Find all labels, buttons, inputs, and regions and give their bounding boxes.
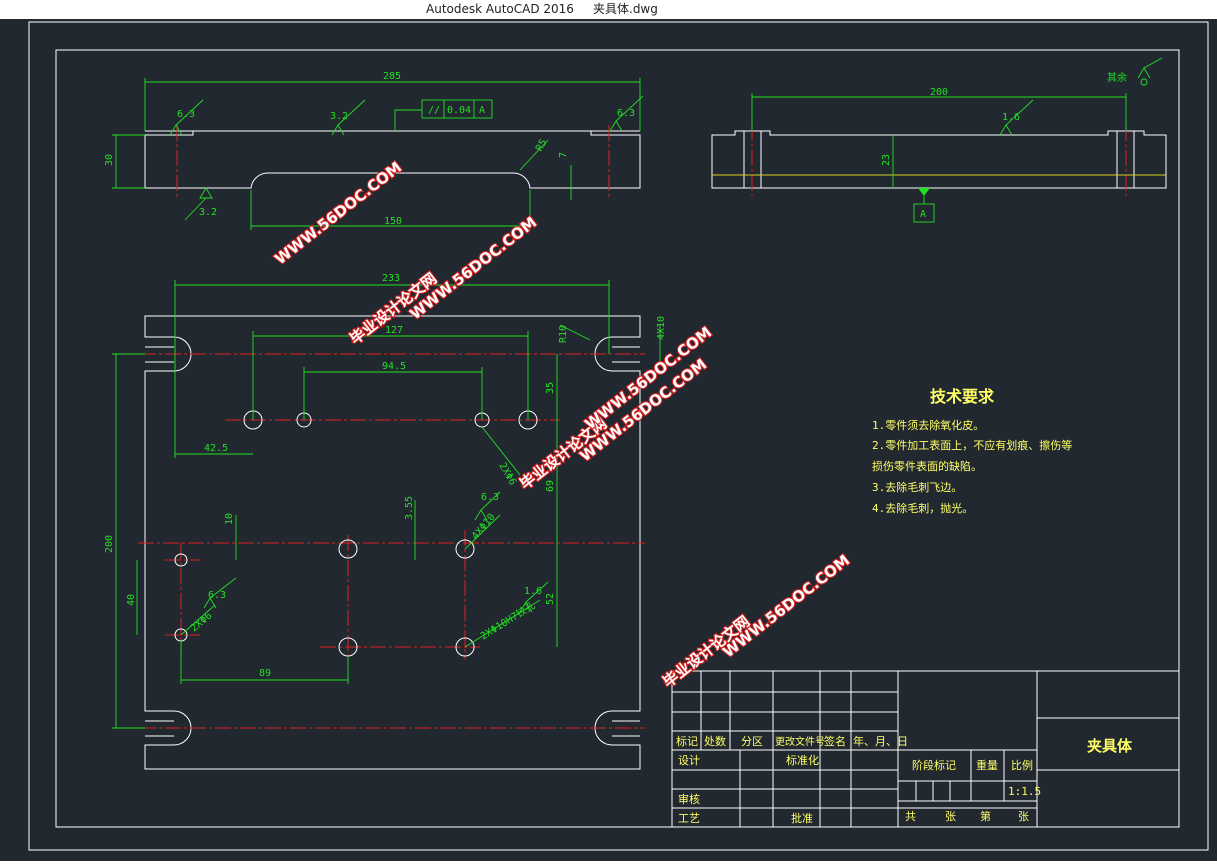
- tech-title: 技术要求: [930, 387, 995, 406]
- rough-mid: 3.2: [330, 111, 348, 122]
- dim-69: 69: [545, 480, 556, 492]
- title-block: 标记 处数 分区 更改文件号 签名 年、月、日 设计 标准化 审核 工艺 批准 …: [671, 670, 1180, 828]
- tb-h4: 更改文件号: [775, 735, 825, 748]
- front-view: 285 30 150 R5 7 6.3 3.2 6.3 3.2 // 0.04 …: [104, 71, 644, 230]
- tech-item-3: 损伤零件表面的缺陷。: [872, 459, 982, 473]
- tb-approve: 批准: [791, 811, 813, 825]
- dim-52: 52: [545, 593, 556, 605]
- side-view: 200 23 1.6 A 其余: [711, 57, 1167, 223]
- rough-6-3a: 6.3: [208, 590, 226, 601]
- dim-42-5: 42.5: [204, 443, 228, 454]
- tb-scale-label: 比例: [1011, 758, 1033, 772]
- tol-symbol: //: [428, 105, 440, 116]
- tb-sheet-of: 张: [945, 810, 956, 823]
- dim-3-55: 3.55: [404, 496, 415, 520]
- tb-review: 审核: [678, 792, 700, 806]
- tb-h6: 年、月、日: [853, 734, 908, 748]
- dim-35: 35: [545, 382, 556, 394]
- dim-holes-1: 2XΦ6: [496, 461, 518, 487]
- tb-h5: 签名: [824, 734, 846, 748]
- dim-holes-4: 2XΦ10H7铰孔: [478, 599, 538, 643]
- watermark-url-1: WWW.56DOC.COM: [406, 213, 540, 323]
- dim-r10: R10: [558, 325, 569, 343]
- tb-h3: 分区: [741, 735, 763, 748]
- dim-127: 127: [385, 325, 403, 336]
- tech-item-2: 2.零件加工表面上，不应有划痕、擦伤等: [872, 438, 1072, 452]
- watermark-url-4: WWW.56DOC.COM: [719, 551, 853, 661]
- watermarks: 毕业设计论文网 WWW.56DOC.COM WWW.56DOC.COM 毕业设计…: [270, 157, 854, 692]
- tb-h2: 处数: [704, 735, 726, 748]
- window-title: Autodesk AutoCAD 2016 夹具体.dwg: [426, 2, 658, 16]
- tb-sheets: 共: [905, 810, 916, 823]
- watermark-url-0: WWW.56DOC.COM: [271, 158, 405, 268]
- rough-right: 6.3: [617, 108, 635, 119]
- dim-top-height: 30: [104, 154, 115, 166]
- dim-94-5: 94.5: [382, 361, 406, 372]
- tb-scale: 1:1.5: [1008, 785, 1041, 798]
- tb-weight: 重量: [976, 758, 998, 772]
- tb-sheet-no: 第: [980, 809, 991, 823]
- tb-stage: 阶段标记: [912, 758, 956, 772]
- drawing-canvas[interactable]: 285 30 150 R5 7 6.3 3.2 6.3 3.2 // 0.04 …: [0, 19, 1217, 861]
- dim-4x10: 4X10: [656, 316, 667, 340]
- rough-6-3b: 6.3: [481, 492, 499, 503]
- rough-1-6: 1.6: [524, 586, 542, 597]
- dim-89: 89: [259, 668, 271, 679]
- datum-label: A: [920, 209, 926, 220]
- dim-holes-2: 4XΦ10: [470, 512, 498, 542]
- cad-drawing: 285 30 150 R5 7 6.3 3.2 6.3 3.2 // 0.04 …: [28, 21, 1209, 851]
- tb-sheet-unit: 张: [1018, 810, 1029, 823]
- dim-side-length: 200: [930, 87, 948, 98]
- tb-design: 设计: [678, 754, 700, 767]
- tol-datum: A: [479, 105, 485, 116]
- tb-process: 工艺: [678, 812, 700, 825]
- dim-40: 40: [126, 594, 137, 606]
- tb-standard: 标准化: [786, 753, 819, 767]
- dim-top-length: 285: [383, 71, 401, 82]
- dim-plan-height: 200: [104, 535, 115, 553]
- rough-side: 1.6: [1002, 112, 1020, 123]
- rough-rest: 其余: [1107, 71, 1127, 84]
- tech-item-5: 4.去除毛刺，抛光。: [872, 501, 973, 515]
- dim-holes-3: 2XΦ6: [189, 610, 215, 634]
- rough-bottom: 3.2: [199, 207, 217, 218]
- dim-10: 10: [224, 513, 235, 525]
- tb-h1: 标记: [676, 734, 698, 748]
- dim-side-height: 23: [881, 154, 892, 166]
- dim-plan-width: 233: [382, 273, 400, 284]
- tech-item-4: 3.去除毛刺飞边。: [872, 480, 962, 494]
- plan-view: 233 127 94.5 42.5 200 35 69 52 R10 4X10 …: [104, 273, 667, 770]
- dim-fillet: R5: [534, 138, 550, 154]
- tech-item-1: 1.零件须去除氧化皮。: [872, 418, 984, 432]
- rough-left: 6.3: [177, 109, 195, 120]
- window-titlebar: Autodesk AutoCAD 2016 夹具体.dwg: [0, 0, 1217, 19]
- tb-part-name: 夹具体: [1087, 737, 1133, 755]
- dim-depth: 7: [558, 152, 569, 158]
- tech-notes: 技术要求 1.零件须去除氧化皮。 2.零件加工表面上，不应有划痕、擦伤等 损伤零…: [872, 387, 1072, 515]
- tol-value: 0.04: [447, 105, 471, 116]
- dim-slot: 150: [384, 216, 402, 227]
